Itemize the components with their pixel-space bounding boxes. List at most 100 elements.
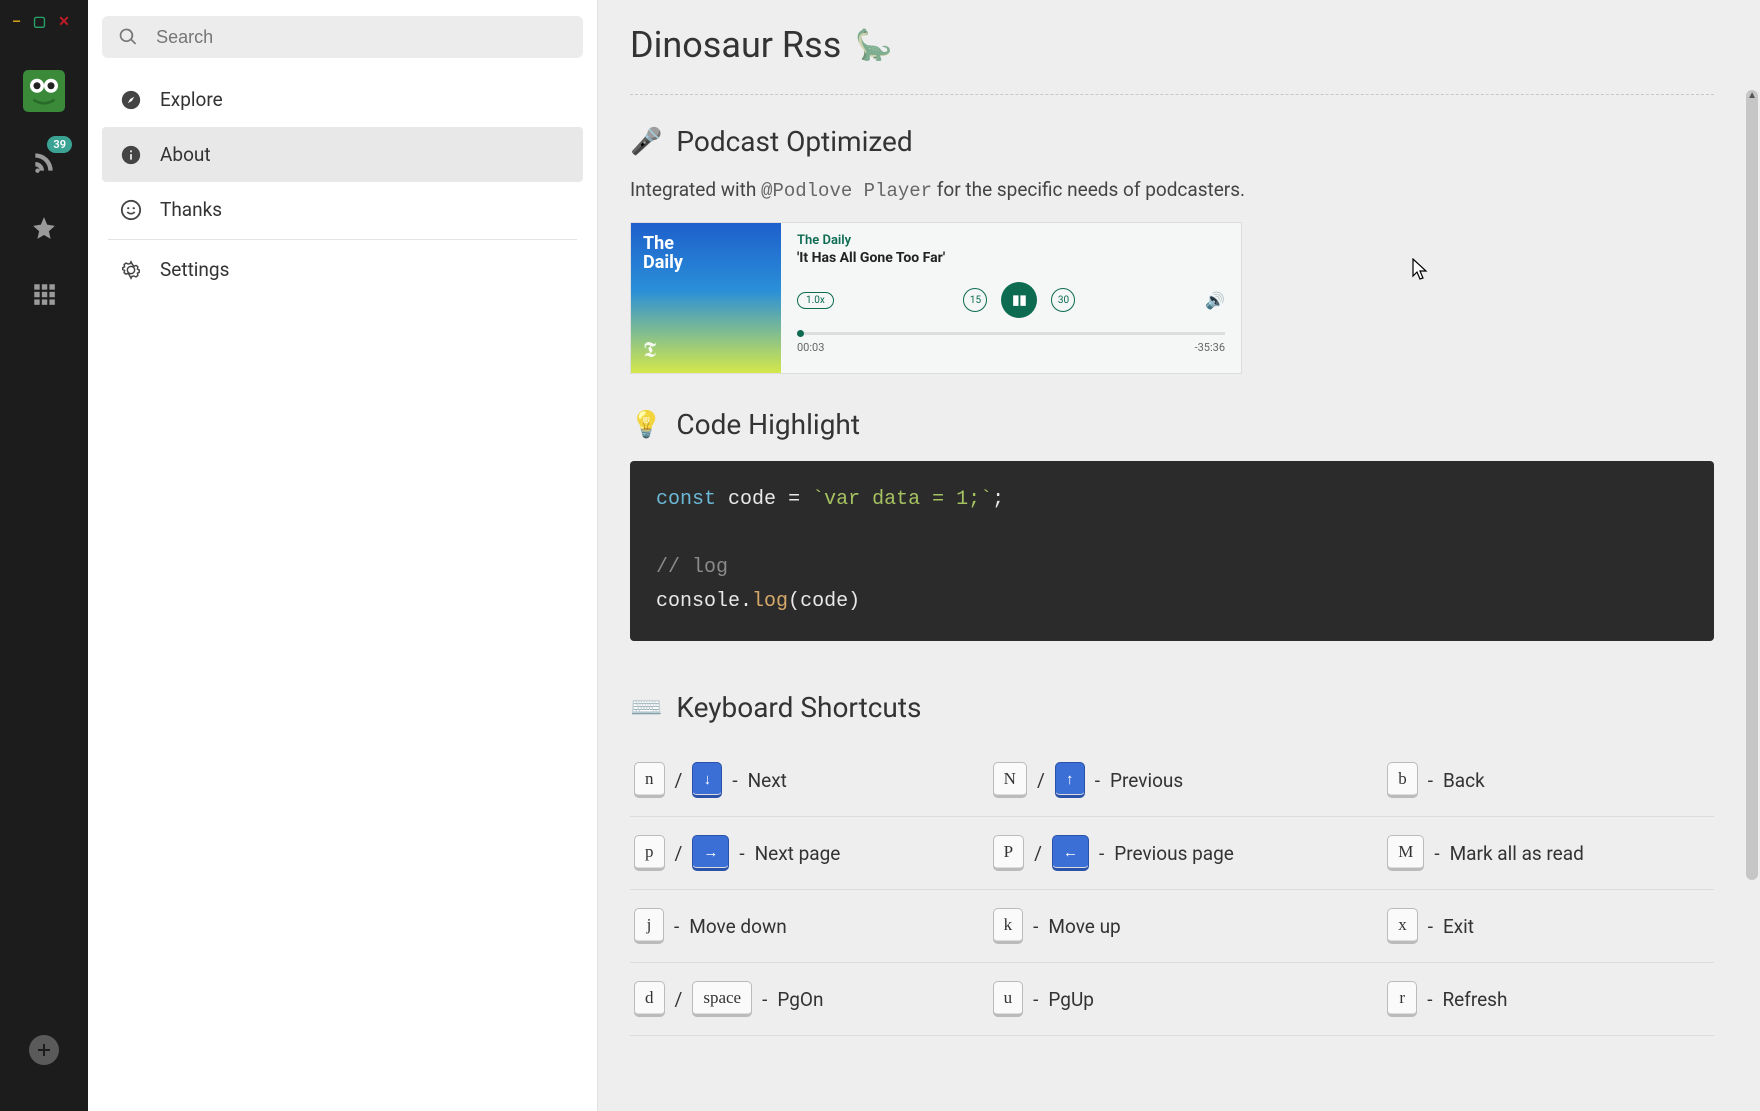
keyboard-key: ← (1052, 835, 1089, 871)
sidebar-item-label: About (160, 143, 211, 166)
shortcuts-cell: u - PgUp (993, 981, 1388, 1017)
section-heading-code: 💡 Code Highlight (630, 408, 1714, 441)
player-pause-button[interactable]: ▮▮ (1001, 282, 1037, 318)
keyboard-key: j (634, 908, 664, 944)
shortcut-description: PgOn (777, 988, 823, 1011)
keyboard-key: n (634, 762, 665, 798)
scrollbar-arrow-up-icon[interactable]: ▲ (1747, 90, 1757, 101)
dinosaur-icon: 🦕 (855, 28, 892, 63)
keyboard-key: k (993, 908, 1024, 944)
keyboard-key: r (1387, 981, 1417, 1017)
search-input[interactable] (156, 27, 567, 48)
shortcut-description: Mark all as read (1450, 842, 1584, 865)
shortcut-description: Previous page (1114, 842, 1234, 865)
search-field[interactable] (102, 16, 583, 58)
window-maximize-button[interactable]: ▢ (33, 14, 46, 30)
shortcuts-cell: k - Move up (993, 908, 1388, 944)
shortcuts-table: n/↓ - NextN/↑ - Previousb - Backp/→ - Ne… (630, 744, 1714, 1036)
rail-star-button[interactable] (22, 206, 66, 250)
keyboard-key: N (993, 762, 1027, 798)
page-title: Dinosaur Rss 🦕 (630, 24, 1714, 66)
keyboard-key: P (993, 835, 1024, 871)
section-heading-podcast: 🎤 Podcast Optimized (630, 125, 1714, 158)
shortcuts-row: p/→ - Next pageP/← - Previous pageM - Ma… (630, 817, 1714, 890)
shortcut-description: Previous (1110, 769, 1183, 792)
keyboard-key: → (692, 835, 729, 871)
shortcuts-cell: N/↑ - Previous (993, 762, 1388, 798)
player-speed-button[interactable]: 1.0x (797, 292, 834, 309)
player-back15-button[interactable]: 15 (963, 288, 987, 312)
keyboard-key: ↓ (692, 762, 722, 798)
shortcuts-cell: x - Exit (1387, 908, 1710, 944)
shortcuts-cell: n/↓ - Next (634, 762, 993, 798)
sidebar-item-settings[interactable]: Settings (102, 242, 583, 297)
rail-rss-button[interactable]: 39 (22, 140, 66, 184)
keyboard-key: ↑ (1055, 762, 1085, 798)
keyboard-key: b (1387, 762, 1418, 798)
shortcut-description: Back (1443, 769, 1485, 792)
shortcuts-cell: p/→ - Next page (634, 835, 993, 871)
app-logo[interactable] (23, 70, 65, 112)
code-block: const code = `var data = 1;`; // log con… (630, 461, 1714, 641)
shortcuts-cell: b - Back (1387, 762, 1710, 798)
shortcut-description: Next page (755, 842, 841, 865)
shortcuts-row: d/space - PgOnu - PgUpr - Refresh (630, 963, 1714, 1036)
rail-grid-button[interactable] (22, 272, 66, 316)
sidebar-item-label: Settings (160, 258, 229, 281)
shortcuts-cell: j - Move down (634, 908, 993, 944)
podcast-player: TheDaily 𝕿 The Daily 'It Has All Gone To… (630, 222, 1242, 374)
shortcuts-cell: d/space - PgOn (634, 981, 993, 1017)
sidebar-item-label: Explore (160, 88, 223, 111)
rail-rss-badge: 39 (47, 136, 72, 153)
shortcut-description: Next (748, 769, 787, 792)
sidebar: Explore About Thanks Settings (88, 0, 598, 1111)
rail-add-button[interactable] (29, 1035, 59, 1065)
shortcuts-row: j - Move downk - Move upx - Exit (630, 890, 1714, 963)
microphone-icon: 🎤 (630, 127, 662, 157)
player-fwd30-button[interactable]: 30 (1051, 288, 1075, 312)
window-minimize-button[interactable]: – (12, 14, 21, 30)
player-time-current: 00:03 (797, 341, 824, 354)
podcast-intro-text: Integrated with @Podlove Player for the … (630, 178, 1714, 202)
nyt-logo-icon: 𝕿 (643, 337, 657, 363)
sidebar-item-about[interactable]: About (102, 127, 583, 182)
player-episode-title: 'It Has All Gone Too Far' (797, 250, 1225, 266)
player-publisher: The Daily (797, 233, 1225, 248)
section-heading-shortcuts: ⌨️ Keyboard Shortcuts (630, 691, 1714, 724)
shortcuts-cell: M - Mark all as read (1387, 835, 1710, 871)
info-icon (120, 144, 142, 166)
shortcut-description: Exit (1443, 915, 1474, 938)
key-separator: / (675, 988, 683, 1011)
keyboard-icon: ⌨️ (630, 693, 662, 723)
sidebar-item-thanks[interactable]: Thanks (102, 182, 583, 237)
shortcuts-cell: P/← - Previous page (993, 835, 1388, 871)
window-close-button[interactable]: ✕ (58, 14, 70, 30)
player-progress-bar[interactable] (797, 332, 1225, 335)
window-controls: – ▢ ✕ (12, 14, 70, 30)
smile-icon (120, 199, 142, 221)
lightbulb-icon: 💡 (630, 410, 662, 440)
keyboard-key: p (634, 835, 665, 871)
shortcut-description: Move up (1048, 915, 1120, 938)
shortcut-description: PgUp (1048, 988, 1094, 1011)
shortcut-description: Refresh (1442, 988, 1507, 1011)
main-content[interactable]: Dinosaur Rss 🦕 🎤 Podcast Optimized Integ… (598, 0, 1760, 1111)
keyboard-key: u (993, 981, 1024, 1017)
gear-icon (120, 259, 142, 281)
compass-icon (120, 89, 142, 111)
shortcuts-row: n/↓ - NextN/↑ - Previousb - Back (630, 744, 1714, 817)
sidebar-separator (108, 239, 577, 240)
keyboard-key: d (634, 981, 665, 1017)
player-artwork: TheDaily 𝕿 (631, 223, 781, 373)
sidebar-item-label: Thanks (160, 198, 222, 221)
shortcut-description: Move down (689, 915, 786, 938)
key-separator: / (675, 769, 683, 792)
search-icon (118, 26, 138, 48)
player-volume-button[interactable]: 🔊 (1205, 291, 1225, 310)
key-separator: / (1034, 842, 1042, 865)
shortcuts-cell: r - Refresh (1387, 981, 1710, 1017)
sidebar-item-explore[interactable]: Explore (102, 72, 583, 127)
scrollbar-thumb[interactable] (1746, 90, 1758, 880)
key-separator: / (675, 842, 683, 865)
player-time-remaining: -35:36 (1195, 341, 1225, 354)
